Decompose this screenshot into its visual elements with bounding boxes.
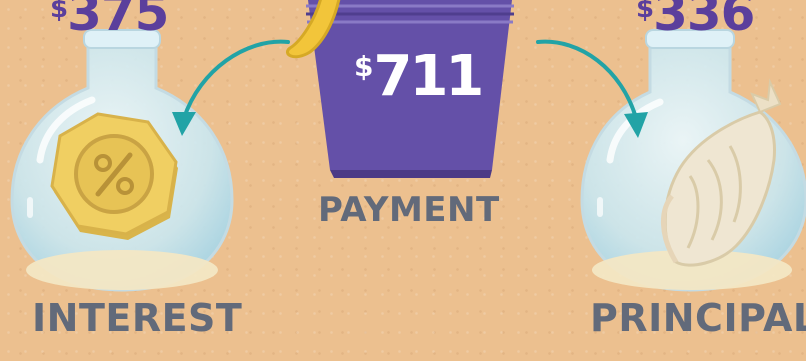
principal-label: PRINCIPAL xyxy=(590,296,806,340)
principal-currency-symbol: $ xyxy=(636,0,654,24)
interest-label: INTEREST xyxy=(32,296,243,340)
payment-currency-symbol: $ xyxy=(354,50,374,83)
principal-amount: $336 xyxy=(636,0,755,42)
payment-label: PAYMENT xyxy=(318,190,500,230)
principal-amount-value: 336 xyxy=(653,0,755,42)
arrow-to-principal-icon xyxy=(536,39,648,138)
interest-currency-symbol: $ xyxy=(50,0,68,24)
loan-payment-illustration: $375 $336 $711 PAYMENT INTEREST PRINCIPA… xyxy=(0,0,806,361)
interest-amount-value: 375 xyxy=(67,0,169,42)
arrow-to-interest-icon xyxy=(172,39,290,136)
payment-amount-value: 711 xyxy=(373,44,484,109)
interest-amount: $375 xyxy=(50,0,169,42)
payment-amount: $711 xyxy=(354,44,484,109)
